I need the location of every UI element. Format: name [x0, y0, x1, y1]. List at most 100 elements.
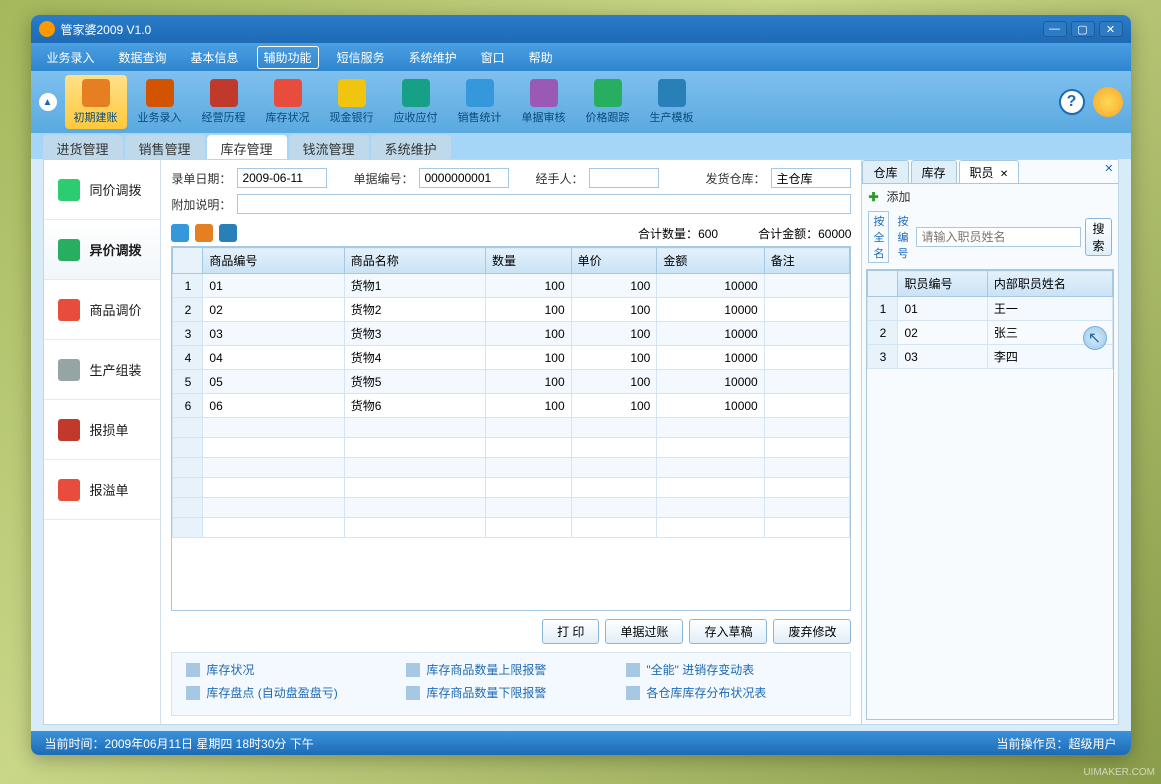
table-row[interactable]: [173, 518, 850, 538]
col-header[interactable]: 内部职员姓名: [987, 271, 1112, 297]
menu-系统维护[interactable]: 系统维护: [403, 47, 463, 68]
menu-窗口[interactable]: 窗口: [475, 47, 511, 68]
right-tab-库存[interactable]: 库存: [911, 160, 957, 183]
help-icon[interactable]: ?: [1059, 89, 1085, 115]
tool-销售统计[interactable]: 销售统计: [449, 75, 511, 129]
link-item[interactable]: 库存盘点 (自动盘盈盘亏): [186, 684, 366, 701]
sidenav-报损单[interactable]: 报损单: [44, 400, 161, 460]
doc-input[interactable]: [419, 168, 509, 188]
dashboard-icon: [626, 663, 640, 677]
action-废弃修改[interactable]: 废弃修改: [773, 619, 851, 644]
table-row[interactable]: 202张三: [868, 321, 1112, 345]
cursor-badge-icon[interactable]: ↖: [1083, 326, 1107, 350]
table-row[interactable]: [173, 438, 850, 458]
tab-销售管理[interactable]: 销售管理: [125, 135, 205, 159]
right-tab-职员[interactable]: 职员 ✕: [959, 160, 1020, 183]
sidenav-生产组装[interactable]: 生产组装: [44, 340, 161, 400]
tool-应收应付[interactable]: 应收应付: [385, 75, 447, 129]
handler-input[interactable]: [589, 168, 659, 188]
add-button[interactable]: ✚ 添加: [868, 188, 910, 205]
tool-初期建账[interactable]: 初期建账: [65, 75, 127, 129]
table-row[interactable]: 101货物110010010000: [173, 274, 850, 298]
col-header[interactable]: 数量: [485, 248, 571, 274]
tool-单据审核[interactable]: 单据审核: [513, 75, 575, 129]
col-header[interactable]: 商品名称: [344, 248, 485, 274]
sidenav-label: 商品调价: [90, 300, 142, 319]
date-input[interactable]: [237, 168, 327, 188]
panel-close-icon[interactable]: ✕: [1104, 162, 1113, 175]
tab-进货管理[interactable]: 进货管理: [43, 135, 123, 159]
tool-价格跟踪[interactable]: 价格跟踪: [577, 75, 639, 129]
tool-现金银行[interactable]: 现金银行: [321, 75, 383, 129]
grid-icon[interactable]: [195, 224, 213, 242]
person-icon[interactable]: [219, 224, 237, 242]
table-row[interactable]: [173, 478, 850, 498]
menu-帮助[interactable]: 帮助: [523, 47, 559, 68]
action-单据过账[interactable]: 单据过账: [605, 619, 683, 644]
tab-钱流管理[interactable]: 钱流管理: [289, 135, 369, 159]
action-存入草稿[interactable]: 存入草稿: [689, 619, 767, 644]
close-button[interactable]: ✕: [1099, 21, 1123, 37]
right-toolbar: ✚ 添加: [862, 184, 1117, 209]
link-item[interactable]: 库存状况: [186, 661, 366, 678]
link-item[interactable]: "全能" 进销存变动表: [626, 661, 806, 678]
tool-label: 价格跟踪: [586, 109, 630, 125]
note-input[interactable]: [237, 194, 851, 214]
tab-系统维护[interactable]: 系统维护: [371, 135, 451, 159]
doc-label: 单据编号：: [353, 170, 413, 187]
menu-辅助功能[interactable]: 辅助功能: [257, 46, 319, 69]
col-header[interactable]: 单价: [571, 248, 657, 274]
icons-row: 合计数量：600 合计金额：60000: [171, 224, 851, 242]
sidenav-报溢单[interactable]: 报溢单: [44, 460, 161, 520]
table-row[interactable]: [173, 458, 850, 478]
toolbar-collapse-button[interactable]: ▲: [39, 93, 57, 111]
table-row[interactable]: 101王一: [868, 297, 1112, 321]
staff-table[interactable]: 职员编号内部职员姓名101王一202张三303李四 ↖: [866, 269, 1113, 720]
chevron-up-icon: ▲: [43, 97, 53, 108]
tool-业务录入[interactable]: 业务录入: [129, 75, 191, 129]
sidenav-同价调拨[interactable]: 同价调拨: [44, 160, 161, 220]
minimize-button[interactable]: —: [1043, 21, 1067, 37]
tool-经营历程[interactable]: 经营历程: [193, 75, 255, 129]
gold-icon[interactable]: [1093, 87, 1123, 117]
col-header[interactable]: 商品编号: [203, 248, 344, 274]
menu-短信服务[interactable]: 短信服务: [331, 47, 391, 68]
search-button[interactable]: 搜索: [1085, 218, 1111, 256]
search-by-fullname[interactable]: 按全名: [868, 211, 889, 263]
menu-数据查询[interactable]: 数据查询: [113, 47, 173, 68]
titlebar[interactable]: 管家婆2009 V1.0 — ▢ ✕: [31, 15, 1131, 43]
tool-库存状况[interactable]: 库存状况: [257, 75, 319, 129]
col-header[interactable]: 备注: [764, 248, 850, 274]
tool-生产模板[interactable]: 生产模板: [641, 75, 703, 129]
right-tabs: 仓库库存职员 ✕: [862, 160, 1117, 184]
form-panel: 录单日期： 单据编号： 经手人： 发货仓库： 附加说明： 合计数量：600 合: [161, 160, 861, 724]
col-header[interactable]: 金额: [657, 248, 764, 274]
maximize-button[interactable]: ▢: [1071, 21, 1095, 37]
warehouse-input[interactable]: [771, 168, 851, 188]
action-打印[interactable]: 打 印: [542, 619, 599, 644]
table-row[interactable]: 303李四: [868, 345, 1112, 369]
sidenav-商品调价[interactable]: 商品调价: [44, 280, 161, 340]
tab-库存管理[interactable]: 库存管理: [207, 135, 287, 159]
table-row[interactable]: [173, 418, 850, 438]
link-item[interactable]: 库存商品数量下限报警: [406, 684, 586, 701]
table-row[interactable]: 303货物310010010000: [173, 322, 850, 346]
sidenav-异价调拨[interactable]: 异价调拨: [44, 220, 161, 280]
col-header[interactable]: 职员编号: [898, 271, 987, 297]
action-bar: 打 印单据过账存入草稿废弃修改: [171, 611, 851, 652]
table-row[interactable]: 505货物510010010000: [173, 370, 850, 394]
building-icon[interactable]: [171, 224, 189, 242]
link-item[interactable]: 库存商品数量上限报警: [406, 661, 586, 678]
link-item[interactable]: 各仓库库存分布状况表: [626, 684, 806, 701]
table-row[interactable]: [173, 498, 850, 518]
right-tab-仓库[interactable]: 仓库: [862, 160, 908, 183]
search-input[interactable]: [916, 227, 1081, 247]
table-row[interactable]: 606货物610010010000: [173, 394, 850, 418]
goods-table[interactable]: 商品编号商品名称数量单价金额备注101货物110010010000202货物21…: [171, 246, 851, 611]
menu-业务录入[interactable]: 业务录入: [41, 47, 101, 68]
table-row[interactable]: 202货物210010010000: [173, 298, 850, 322]
menu-基本信息[interactable]: 基本信息: [185, 47, 245, 68]
search-by-code[interactable]: 按编号: [893, 212, 912, 262]
tab-close-icon[interactable]: ✕: [1000, 169, 1008, 180]
table-row[interactable]: 404货物410010010000: [173, 346, 850, 370]
